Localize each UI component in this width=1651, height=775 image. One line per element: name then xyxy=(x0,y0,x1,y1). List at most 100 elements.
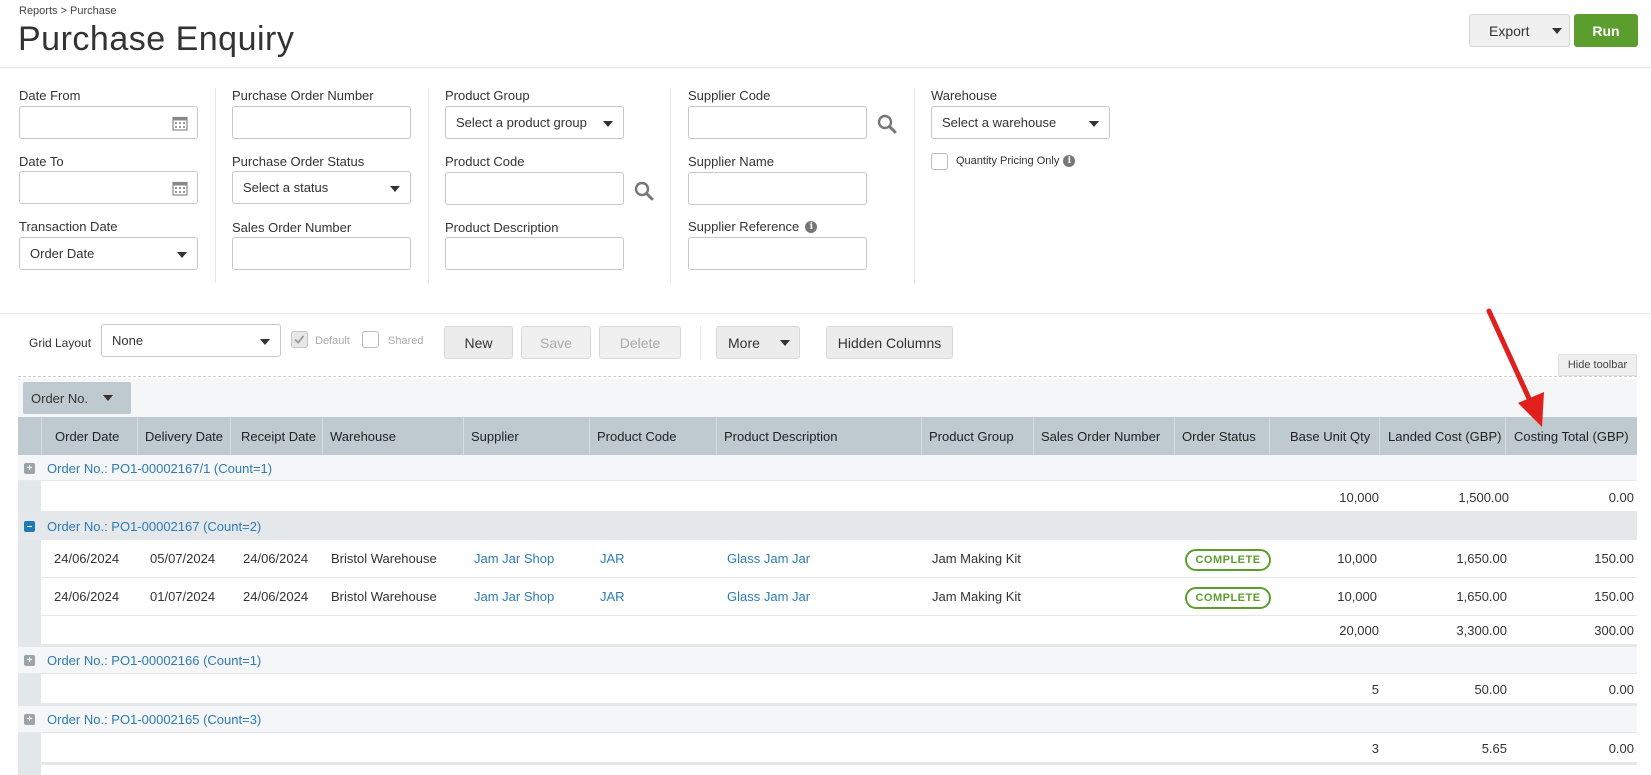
date-to-input[interactable] xyxy=(19,171,198,204)
date-from-input[interactable] xyxy=(19,106,198,139)
expand-icon[interactable]: + xyxy=(24,655,35,666)
expand-icon[interactable]: + xyxy=(24,463,35,474)
new-button[interactable]: New xyxy=(444,326,513,359)
group-by-panel xyxy=(18,379,1637,417)
total-costing: 0.00 xyxy=(1608,682,1634,697)
cell-warehouse: Bristol Warehouse xyxy=(331,589,437,604)
column-header[interactable]: Delivery Date xyxy=(137,417,230,455)
product-description-link[interactable]: Glass Jam Jar xyxy=(727,551,810,566)
column-header[interactable]: Order Status xyxy=(1174,417,1269,455)
grid-layout-value: None xyxy=(112,333,144,348)
more-button[interactable]: More xyxy=(716,326,800,359)
group-totals-row: 20,000 3,300.00 300.00 xyxy=(41,616,1637,647)
column-header[interactable]: Receipt Date xyxy=(230,417,322,455)
total-costing: 0.00 xyxy=(1608,741,1634,756)
product-code-link[interactable]: JAR xyxy=(600,551,625,566)
product-code-link[interactable]: JAR xyxy=(600,589,625,604)
more-label: More xyxy=(728,334,760,351)
calendar-icon[interactable] xyxy=(172,115,188,131)
cell-order-date: 24/06/2024 xyxy=(54,551,120,566)
group-label[interactable]: Order No.: PO1-00002167/1 (Count=1) xyxy=(47,461,272,476)
column-header[interactable]: Base Unit Qty xyxy=(1269,417,1379,455)
cell-base-unit-qty: 10,000 xyxy=(1337,551,1377,566)
column-header[interactable]: Sales Order Number xyxy=(1033,417,1174,455)
sales-order-number-label: Sales Order Number xyxy=(232,220,352,235)
cell-costing-total: 150.00 xyxy=(1594,551,1634,566)
transaction-date-select[interactable]: Order Date xyxy=(19,237,198,270)
shared-label: Shared xyxy=(388,335,424,347)
total-base-unit-qty: 10,000 xyxy=(1339,490,1379,505)
supplier-link[interactable]: Jam Jar Shop xyxy=(474,551,554,566)
po-number-input[interactable] xyxy=(232,106,411,139)
group-row[interactable]: + Order No.: PO1-00002166 (Count=1) xyxy=(18,647,1637,674)
default-checkbox[interactable] xyxy=(291,331,308,348)
info-icon[interactable]: i xyxy=(805,220,818,233)
column-header[interactable]: Warehouse xyxy=(322,417,463,455)
search-icon[interactable] xyxy=(877,114,897,134)
supplier-code-input[interactable] xyxy=(688,106,867,139)
run-button[interactable]: Run xyxy=(1574,14,1638,47)
search-icon[interactable] xyxy=(634,181,654,201)
quantity-pricing-label: Quantity Pricing Only xyxy=(956,155,1060,167)
date-to-label: Date To xyxy=(19,154,64,169)
product-code-input[interactable] xyxy=(445,172,624,205)
collapse-icon[interactable]: – xyxy=(24,521,35,532)
shared-checkbox[interactable] xyxy=(362,331,379,348)
chevron-down-icon[interactable] xyxy=(103,395,114,401)
chevron-down-icon xyxy=(779,339,790,346)
table-row[interactable]: 24/06/2024 05/07/2024 24/06/2024 Bristol… xyxy=(41,540,1637,578)
cell-receipt-date: 24/06/2024 xyxy=(243,589,309,604)
supplier-name-input[interactable] xyxy=(688,172,867,205)
group-row[interactable]: + Order No.: PO1-00002167/1 (Count=1) xyxy=(18,455,1637,481)
group-by-order-no[interactable]: Order No. xyxy=(23,382,131,414)
group-totals-row: 3 5.65 0.00 xyxy=(41,733,1637,765)
filter-divider xyxy=(670,88,671,283)
column-header[interactable]: Order Date xyxy=(41,417,137,455)
sales-order-number-input[interactable] xyxy=(232,237,411,270)
header-divider xyxy=(0,67,1651,68)
table-row[interactable]: 24/06/2024 01/07/2024 24/06/2024 Bristol… xyxy=(41,578,1637,616)
product-description-label: Product Description xyxy=(445,220,559,235)
total-base-unit-qty: 3 xyxy=(1371,741,1379,756)
total-base-unit-qty: 5 xyxy=(1371,682,1379,697)
warehouse-select[interactable]: Select a warehouse xyxy=(931,106,1110,139)
hide-toolbar-button[interactable]: Hide toolbar xyxy=(1558,354,1637,376)
quantity-pricing-checkbox[interactable] xyxy=(931,153,948,170)
warehouse-label: Warehouse xyxy=(931,88,997,103)
hidden-columns-button[interactable]: Hidden Columns xyxy=(826,326,953,359)
total-base-unit-qty: 20,000 xyxy=(1339,623,1379,638)
delete-button[interactable]: Delete xyxy=(599,326,681,359)
column-header[interactable]: Product Group xyxy=(921,417,1033,455)
product-group-select[interactable]: Select a product group xyxy=(445,106,624,139)
cell-costing-total: 150.00 xyxy=(1594,589,1634,604)
table-header: Order Date Delivery Date Receipt Date Wa… xyxy=(18,417,1637,455)
export-button[interactable]: Export xyxy=(1469,14,1570,47)
save-button[interactable]: Save xyxy=(521,326,591,359)
quantity-pricing-label-wrap: Quantity Pricing Only i xyxy=(956,155,1076,167)
group-by-label: Order No. xyxy=(31,390,89,406)
expand-icon[interactable]: + xyxy=(24,714,35,725)
cell-delivery-date: 01/07/2024 xyxy=(150,589,216,604)
supplier-reference-input[interactable] xyxy=(688,237,867,270)
calendar-icon[interactable] xyxy=(172,180,188,196)
status-badge: COMPLETE xyxy=(1185,587,1271,609)
info-icon[interactable]: i xyxy=(1063,155,1076,167)
supplier-reference-label-wrap: Supplier Reference i xyxy=(688,219,818,234)
column-header[interactable]: Product Description xyxy=(716,417,921,455)
supplier-link[interactable]: Jam Jar Shop xyxy=(474,589,554,604)
column-header[interactable]: Product Code xyxy=(589,417,716,455)
product-description-link[interactable]: Glass Jam Jar xyxy=(727,589,810,604)
group-label[interactable]: Order No.: PO1-00002166 (Count=1) xyxy=(47,653,261,668)
group-row[interactable]: – Order No.: PO1-00002167 (Count=2) xyxy=(18,512,1637,540)
grid-layout-select[interactable]: None xyxy=(101,324,281,357)
cell-delivery-date: 05/07/2024 xyxy=(150,551,216,566)
toolbar-separator xyxy=(18,376,1637,377)
group-label[interactable]: Order No.: PO1-00002165 (Count=3) xyxy=(47,712,261,727)
column-header[interactable]: Supplier xyxy=(463,417,589,455)
po-status-label: Purchase Order Status xyxy=(232,154,365,169)
group-label[interactable]: Order No.: PO1-00002167 (Count=2) xyxy=(47,519,261,534)
po-status-select[interactable]: Select a status xyxy=(232,171,411,204)
group-row[interactable]: + Order No.: PO1-00002165 (Count=3) xyxy=(18,706,1637,733)
chevron-down-icon[interactable] xyxy=(1552,27,1562,34)
product-description-input[interactable] xyxy=(445,237,624,270)
